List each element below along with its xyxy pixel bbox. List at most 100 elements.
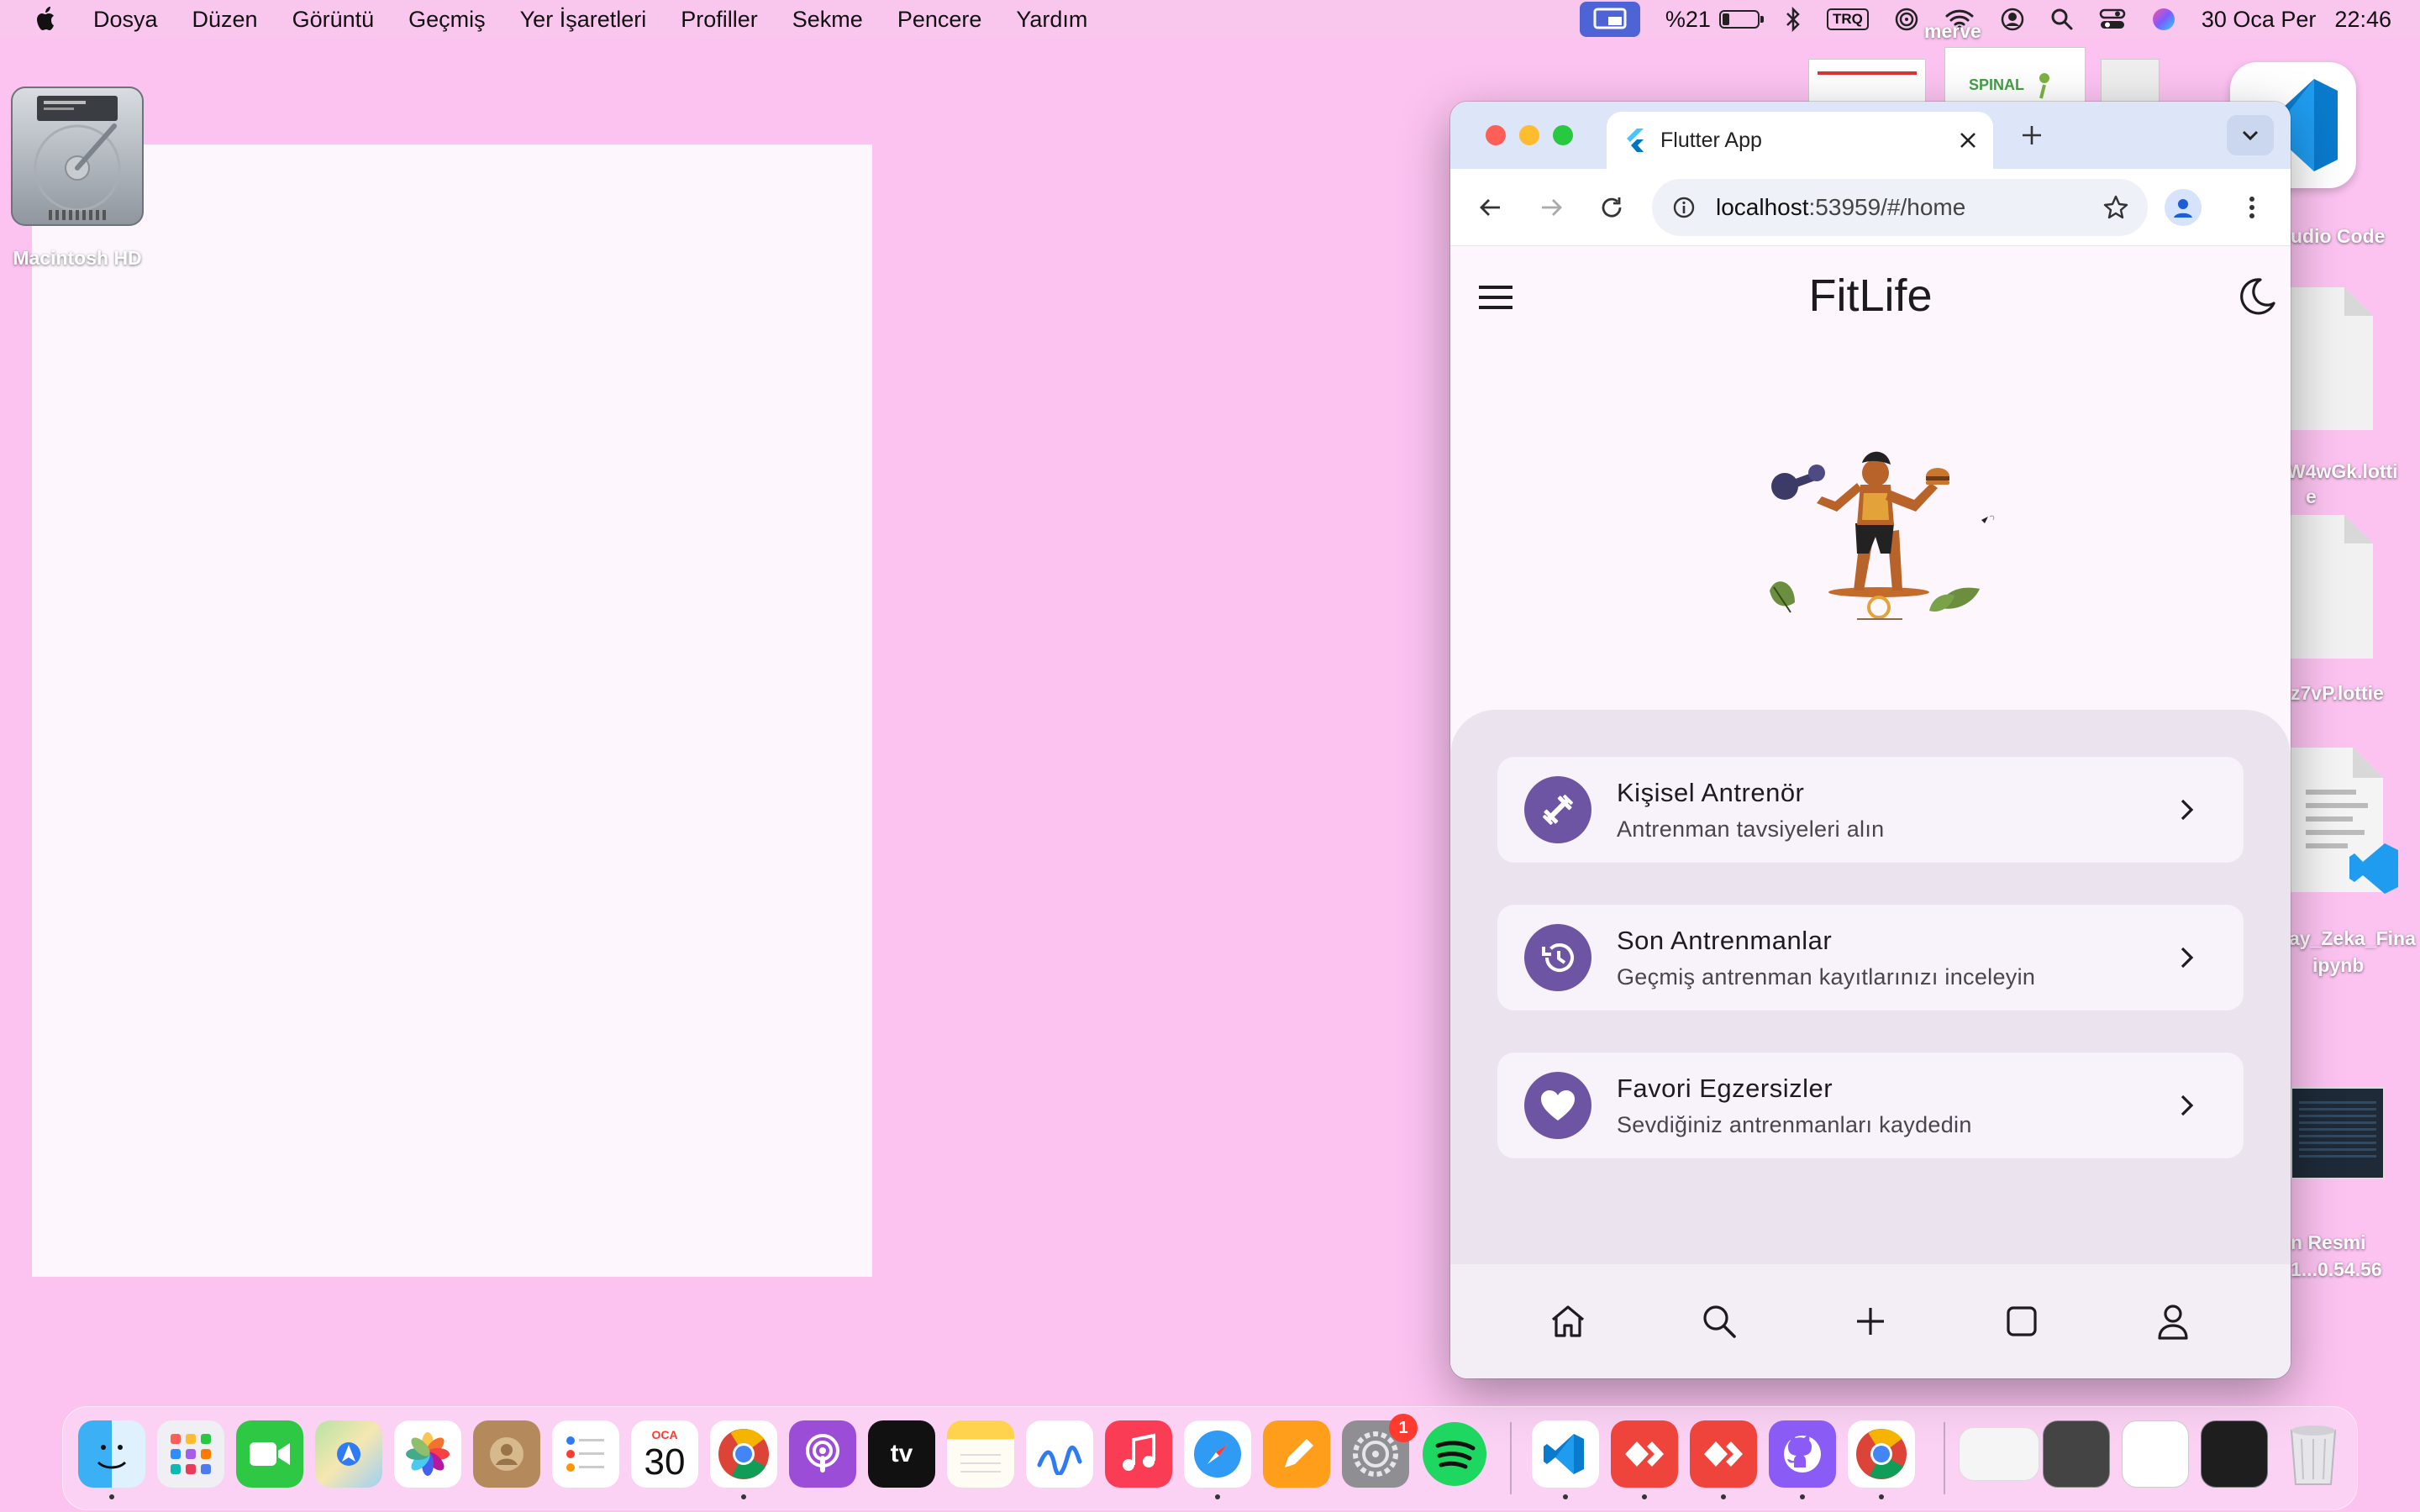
dock-launchpad[interactable]: [157, 1420, 224, 1488]
minimize-window-button[interactable]: [1519, 125, 1539, 145]
address-bar[interactable]: localhost:53959/#/home: [1652, 179, 2148, 236]
url-text[interactable]: localhost:53959/#/home: [1716, 194, 2102, 221]
square-icon: [2007, 1306, 2037, 1336]
dock-freeform[interactable]: [1026, 1420, 1093, 1488]
nav-home-button[interactable]: [1544, 1298, 1591, 1345]
desktop-icon-macintosh-hd[interactable]: Macintosh HD: [2, 84, 153, 270]
dock-stack-screenshot-2[interactable]: [2043, 1420, 2110, 1488]
card-personal-trainer[interactable]: Kişisel Antrenör Antrenman tavsiyeleri a…: [1497, 757, 2244, 863]
file-icon-lottie-1[interactable]: [2291, 287, 2373, 430]
dock-podcasts[interactable]: [789, 1420, 856, 1488]
card-favorite-exercises[interactable]: Favori Egzersizler Sevdiğiniz antrenmanl…: [1497, 1053, 2244, 1158]
dock-anydesk-2[interactable]: [1690, 1420, 1757, 1488]
battery-indicator[interactable]: %21: [1665, 7, 1764, 33]
battery-icon: [1718, 10, 1764, 29]
site-info-icon[interactable]: [1672, 196, 1696, 219]
desktop-thumbnail[interactable]: [1808, 59, 1926, 106]
dark-mode-moon-icon[interactable]: [2233, 275, 2277, 318]
desktop-thumbnail-zip[interactable]: [2101, 59, 2160, 106]
card-icon-container: [1524, 776, 1591, 843]
back-button[interactable]: [1474, 191, 1507, 224]
app-bar: FitLife: [1450, 246, 2291, 345]
menu-file[interactable]: Dosya: [93, 7, 158, 33]
dock-chrome[interactable]: [710, 1420, 777, 1488]
dock-spotify[interactable]: [1421, 1420, 1488, 1488]
keyboard-layout[interactable]: TRQ: [1826, 8, 1869, 30]
file-icon-notebook[interactable]: [2291, 748, 2408, 907]
airdrop-icon[interactable]: [1894, 7, 1919, 32]
control-center-icon[interactable]: [2099, 8, 2126, 31]
close-tab-icon[interactable]: [1951, 123, 1985, 157]
dock-github-desktop[interactable]: [1769, 1420, 1836, 1488]
running-indicator: [1721, 1494, 1726, 1499]
menu-view[interactable]: Görüntü: [292, 7, 375, 33]
siri-icon[interactable]: [2151, 7, 2176, 32]
running-indicator: [1215, 1494, 1220, 1499]
spotlight-search-icon[interactable]: [2050, 8, 2074, 31]
dock-safari[interactable]: [1184, 1420, 1251, 1488]
file-icon-lottie-2[interactable]: [2291, 514, 2373, 659]
arrow-left-icon: [1480, 199, 1500, 216]
battery-fill: [1722, 13, 1730, 25]
user-account-icon[interactable]: [2000, 7, 2025, 32]
new-tab-button[interactable]: [2015, 118, 2049, 152]
desktop-thumbnail-spinal-health[interactable]: SPINAL: [1944, 47, 2086, 106]
dock-anydesk[interactable]: [1611, 1420, 1678, 1488]
nav-profile-button[interactable]: [2149, 1298, 2196, 1345]
chevron-down-icon: [2242, 130, 2259, 141]
nav-square-button[interactable]: [1998, 1298, 2045, 1345]
dock-contacts[interactable]: [473, 1420, 540, 1488]
zoom-window-button[interactable]: [1553, 125, 1573, 145]
tab-title: Flutter App: [1660, 128, 1762, 152]
chrome-menu-button[interactable]: [2235, 191, 2269, 224]
safari-icon: [1194, 1431, 1241, 1478]
nav-add-button[interactable]: [1847, 1298, 1894, 1345]
dock-stack-code[interactable]: [2201, 1420, 2268, 1488]
dock-photos[interactable]: [394, 1420, 461, 1488]
menu-profiles[interactable]: Profiller: [681, 7, 758, 33]
bookmark-star-icon[interactable]: [2102, 194, 2129, 221]
heart-icon: [1541, 1090, 1575, 1121]
menu-history[interactable]: Geçmiş: [408, 7, 486, 33]
menu-bookmarks[interactable]: Yer İşaretleri: [520, 7, 647, 33]
dock-reminders[interactable]: [552, 1420, 619, 1488]
menu-edit[interactable]: Düzen: [192, 7, 258, 33]
dock-finder[interactable]: [78, 1420, 145, 1488]
forward-button[interactable]: [1534, 191, 1568, 224]
card-icon-container: [1524, 1072, 1591, 1139]
dock-trash[interactable]: [2280, 1420, 2347, 1488]
apple-logo-icon[interactable]: [34, 5, 59, 34]
menu-window[interactable]: Pencere: [897, 7, 982, 33]
dock-stack-screenshot-1[interactable]: [1959, 1427, 2039, 1481]
screen-mirroring-icon[interactable]: [1579, 2, 1640, 37]
close-window-button[interactable]: [1486, 125, 1506, 145]
profile-button[interactable]: [2165, 189, 2202, 226]
nav-search-button[interactable]: [1696, 1298, 1743, 1345]
dock-vscode[interactable]: [1532, 1420, 1599, 1488]
dock-music[interactable]: [1105, 1420, 1172, 1488]
card-recent-workouts[interactable]: Son Antrenmanlar Geçmiş antrenman kayıtl…: [1497, 905, 2244, 1011]
desktop-label-merve: merve: [1924, 20, 1981, 42]
dock-chrome-2[interactable]: [1848, 1420, 1915, 1488]
menu-help[interactable]: Yardım: [1016, 7, 1087, 33]
menu-tab[interactable]: Sekme: [792, 7, 863, 33]
bluetooth-icon[interactable]: [1785, 7, 1802, 32]
clock[interactable]: 30 Oca Per 22:46: [2202, 7, 2391, 33]
dock-notes[interactable]: [947, 1420, 1014, 1488]
card-title: Son Antrenmanlar: [1617, 925, 1833, 955]
dock-system-settings[interactable]: 1: [1342, 1414, 1418, 1488]
maps-icon: [337, 1442, 360, 1466]
dock-stack-document[interactable]: [2122, 1420, 2189, 1488]
menu-app-name[interactable]: Chrome: [32, 144, 872, 1277]
search-icon: [1703, 1305, 1736, 1338]
dock-facetime[interactable]: [236, 1420, 303, 1488]
menu-bar: Chrome Dosya Düzen Görüntü Geçmiş Yer İş…: [0, 0, 2420, 1277]
reload-button[interactable]: [1595, 191, 1628, 224]
file-icon-screenshot[interactable]: [2291, 1087, 2385, 1179]
tab-flutter-app[interactable]: Flutter App: [1607, 112, 1993, 169]
tab-search-button[interactable]: [2227, 115, 2274, 155]
dock-pages[interactable]: [1263, 1420, 1330, 1488]
dock-calendar[interactable]: OCA 30: [631, 1420, 698, 1488]
dock-maps[interactable]: [315, 1420, 382, 1488]
dock-apple-tv[interactable]: tv: [868, 1420, 935, 1488]
